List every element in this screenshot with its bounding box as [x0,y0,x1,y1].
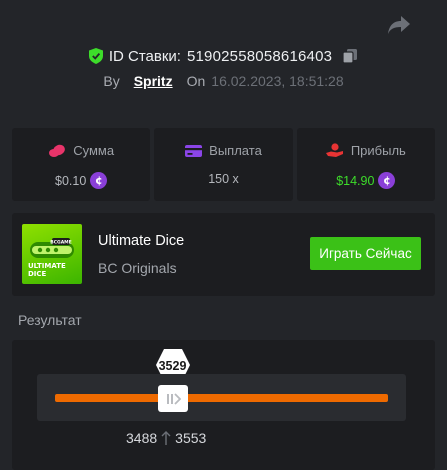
thumb-title-1: ULTIMATE [28,262,66,270]
hand-coins-icon [325,143,343,157]
result-panel: 3529 3488 3553 [12,340,435,470]
play-now-button[interactable]: Играть Сейчас [310,237,421,270]
game-provider: BC Originals [98,260,177,276]
copy-icon[interactable] [342,48,358,64]
share-icon[interactable] [387,14,411,36]
range-slider [37,374,406,421]
stat-profit-label: Прибыль [350,143,406,158]
shield-check-icon [88,48,103,64]
slider-handle[interactable] [157,385,188,412]
grip-icon [166,392,181,405]
stat-profit: Прибыль $14.90 ¢ [296,128,435,201]
dice-logo-icon: BCGAME ULTIMATE DICE [28,238,74,278]
stat-payout-value: 150 x [208,172,239,186]
range-values: 3488 3553 [126,430,206,446]
slider-track [55,394,388,402]
bet-id-label: ID Ставки: [108,47,181,65]
thumb-badge: BCGAME [50,240,71,246]
bet-id-value: 51902558058616403 [186,47,333,65]
bet-stats: Сумма $0.10 ¢ Выплата 150 x Прибыль $14.… [12,128,435,201]
byline: By Spritz On 16.02.2023, 18:51:28 [0,73,447,89]
currency-coin-icon: ¢ [90,172,108,189]
stat-profit-value: $14.90 [336,173,375,188]
stat-amount-value: $0.10 [55,173,87,188]
currency-coin-icon: ¢ [378,172,396,189]
stat-payout-label: Выплата [209,143,262,158]
wallet-icon [185,144,203,157]
game-name[interactable]: Ultimate Dice [98,233,184,249]
game-thumbnail[interactable]: BCGAME ULTIMATE DICE [22,224,82,284]
coins-icon [49,144,66,157]
game-card: BCGAME ULTIMATE DICE Ultimate Dice BC Or… [12,213,435,296]
username-link[interactable]: Spritz [134,73,173,89]
range-high: 3553 [175,430,207,446]
stat-amount: Сумма $0.10 ¢ [12,128,151,201]
arrow-up-icon [161,431,171,445]
bet-id-row: ID Ставки: 51902558058616403 [0,44,447,68]
thumb-title-2: DICE [28,270,47,278]
on-label: On [186,73,206,89]
by-label: By [103,73,120,89]
roll-value: 3529 [158,359,187,373]
bet-date: 16.02.2023, 18:51:28 [211,73,344,89]
stat-amount-label: Сумма [73,143,115,158]
result-title: Результат [18,312,82,328]
stat-payout: Выплата 150 x [154,128,293,201]
range-low: 3488 [126,430,158,446]
